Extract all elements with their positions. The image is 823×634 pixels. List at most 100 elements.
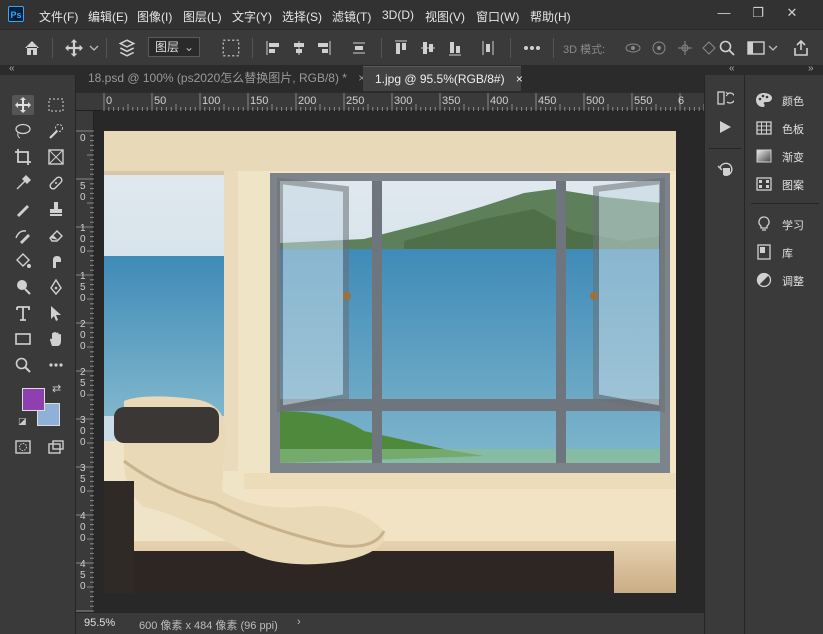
- edit-toolbar-icon[interactable]: [45, 355, 67, 375]
- zoom-level[interactable]: 95.5%: [84, 617, 115, 629]
- menu-filter[interactable]: 滤镜(T): [332, 8, 371, 25]
- tab-label: 1.jpg @ 95.5%(RGB/8#): [375, 72, 505, 86]
- align-left-icon[interactable]: [265, 38, 281, 58]
- brush-tool[interactable]: [12, 199, 34, 219]
- share-icon[interactable]: [792, 38, 810, 58]
- close-window-button[interactable]: ✕: [782, 3, 802, 23]
- ruler-ticks: [103, 93, 704, 111]
- menu-window[interactable]: 窗口(W): [476, 8, 519, 25]
- menu-image[interactable]: 图像(I): [137, 8, 172, 25]
- collapse-left-icon[interactable]: «: [9, 63, 15, 74]
- chevron-down-icon[interactable]: [768, 38, 778, 58]
- hand-tool[interactable]: [45, 329, 67, 349]
- ruler-label: 1 5 0: [80, 271, 86, 304]
- menu-edit[interactable]: 编辑(E): [88, 8, 128, 25]
- close-tab-icon[interactable]: ×: [516, 72, 523, 86]
- ruler-label: 5 0: [80, 181, 86, 203]
- marquee-tool[interactable]: [45, 95, 67, 115]
- ruler-label: 0: [80, 133, 86, 144]
- ruler-label: 150: [250, 95, 269, 107]
- orbit-3d-icon[interactable]: [624, 38, 642, 58]
- ruler-label: 2 5 0: [80, 367, 86, 400]
- menu-type[interactable]: 文字(Y): [232, 8, 272, 25]
- roll-3d-icon[interactable]: [650, 38, 668, 58]
- document-image[interactable]: [104, 131, 676, 593]
- document-tabs: 18.psd @ 100% (ps2020怎么替换图片, RGB/8) * × …: [76, 66, 704, 93]
- distribute-horizontal-icon[interactable]: [480, 38, 496, 58]
- quick-selection-tool[interactable]: [45, 121, 67, 141]
- menu-bar: Ps 文件(F) 编辑(E) 图像(I) 图层(L) 文字(Y) 选择(S) 滤…: [0, 0, 823, 29]
- frame-tool[interactable]: [45, 147, 67, 167]
- crop-tool[interactable]: [12, 147, 34, 167]
- search-icon[interactable]: [718, 38, 736, 58]
- dodge-tool[interactable]: [12, 277, 34, 297]
- distribute-vertical-icon[interactable]: [351, 38, 367, 58]
- menu-select[interactable]: 选择(S): [282, 8, 322, 25]
- collapse-right-icon[interactable]: «: [729, 63, 735, 74]
- minimize-button[interactable]: —: [714, 3, 734, 23]
- panel-label: 色板: [782, 124, 804, 136]
- photoshop-logo-icon: Ps: [8, 6, 24, 22]
- align-top-icon[interactable]: [393, 38, 409, 58]
- eraser-tool[interactable]: [45, 225, 67, 245]
- type-tool[interactable]: [12, 303, 34, 323]
- status-bar: 95.5% 600 像素 x 484 像素 (96 ppi) ›: [76, 612, 704, 634]
- align-bottom-icon[interactable]: [447, 38, 463, 58]
- auto-select-layers-icon[interactable]: [117, 38, 137, 58]
- menu-file[interactable]: 文件(F): [39, 8, 78, 25]
- status-menu-arrow[interactable]: ›: [297, 616, 301, 628]
- quick-mask-icon[interactable]: [12, 437, 34, 457]
- expand-panels-icon[interactable]: »: [808, 63, 814, 74]
- panel-label: 渐变: [782, 152, 804, 164]
- tab-1-jpg[interactable]: 1.jpg @ 95.5%(RGB/8#) ×: [363, 66, 523, 91]
- ruler-label: 50: [154, 95, 167, 107]
- options-bar: 图层 ⌄ 3D 模式:: [0, 29, 823, 66]
- clone-stamp-tool[interactable]: [45, 199, 67, 219]
- pan-3d-icon[interactable]: [676, 38, 694, 58]
- properties-icon[interactable]: [716, 160, 734, 178]
- smudge-tool[interactable]: [45, 251, 67, 271]
- pen-tool[interactable]: [45, 277, 67, 297]
- ruler-label: 400: [490, 95, 509, 107]
- tab-18-psd[interactable]: 18.psd @ 100% (ps2020怎么替换图片, RGB/8) * ×: [76, 66, 365, 91]
- align-center-icon[interactable]: [291, 38, 307, 58]
- align-right-icon[interactable]: [316, 38, 332, 58]
- horizontal-ruler[interactable]: 0 50 100 150 200 250 300 350 400 450 500…: [76, 93, 704, 111]
- zoom-tool[interactable]: [12, 355, 34, 375]
- menu-3d[interactable]: 3D(D): [382, 8, 414, 22]
- swatches-icon: [756, 121, 772, 135]
- panel-label: 调整: [782, 276, 804, 288]
- menu-layer[interactable]: 图层(L): [183, 8, 222, 25]
- restore-button[interactable]: ❐: [748, 3, 768, 23]
- history-brush-tool[interactable]: [12, 225, 34, 245]
- screen-mode-icon[interactable]: [45, 437, 67, 457]
- chevron-down-icon[interactable]: [89, 38, 99, 58]
- transform-controls-icon[interactable]: [221, 38, 241, 58]
- lasso-tool[interactable]: [12, 121, 34, 141]
- tab-label: 18.psd @ 100% (ps2020怎么替换图片, RGB/8) *: [88, 71, 347, 85]
- move-tool-icon[interactable]: [64, 38, 84, 58]
- default-colors-icon[interactable]: ◪: [18, 416, 27, 427]
- ruler-label: 3 5 0: [80, 463, 86, 496]
- foreground-color-swatch[interactable]: [22, 388, 45, 411]
- history-icon[interactable]: [716, 89, 734, 107]
- ruler-label: 500: [586, 95, 605, 107]
- menu-help[interactable]: 帮助(H): [530, 8, 571, 25]
- rectangle-tool[interactable]: [12, 329, 34, 349]
- healing-brush-tool[interactable]: [45, 173, 67, 193]
- vertical-ruler[interactable]: 0 5 0 1 0 0 1 5 0 2 0 0 2 5 0 3 0 0 3 5 …: [76, 111, 94, 612]
- paint-bucket-tool[interactable]: [12, 251, 34, 271]
- ruler-label: 3 0 0: [80, 415, 86, 448]
- path-selection-tool[interactable]: [45, 303, 67, 323]
- align-middle-icon[interactable]: [420, 38, 436, 58]
- move-tool[interactable]: [12, 95, 34, 115]
- eyedropper-tool[interactable]: [12, 173, 34, 193]
- menu-view[interactable]: 视图(V): [425, 8, 465, 25]
- slide-3d-icon[interactable]: [700, 38, 718, 58]
- layer-group-select[interactable]: 图层 ⌄: [148, 37, 200, 57]
- workspace-icon[interactable]: [746, 38, 766, 58]
- actions-play-icon[interactable]: [716, 118, 734, 136]
- swap-colors-icon[interactable]: ⇄: [52, 382, 61, 395]
- more-options-icon[interactable]: [522, 38, 542, 58]
- home-icon[interactable]: [23, 38, 41, 58]
